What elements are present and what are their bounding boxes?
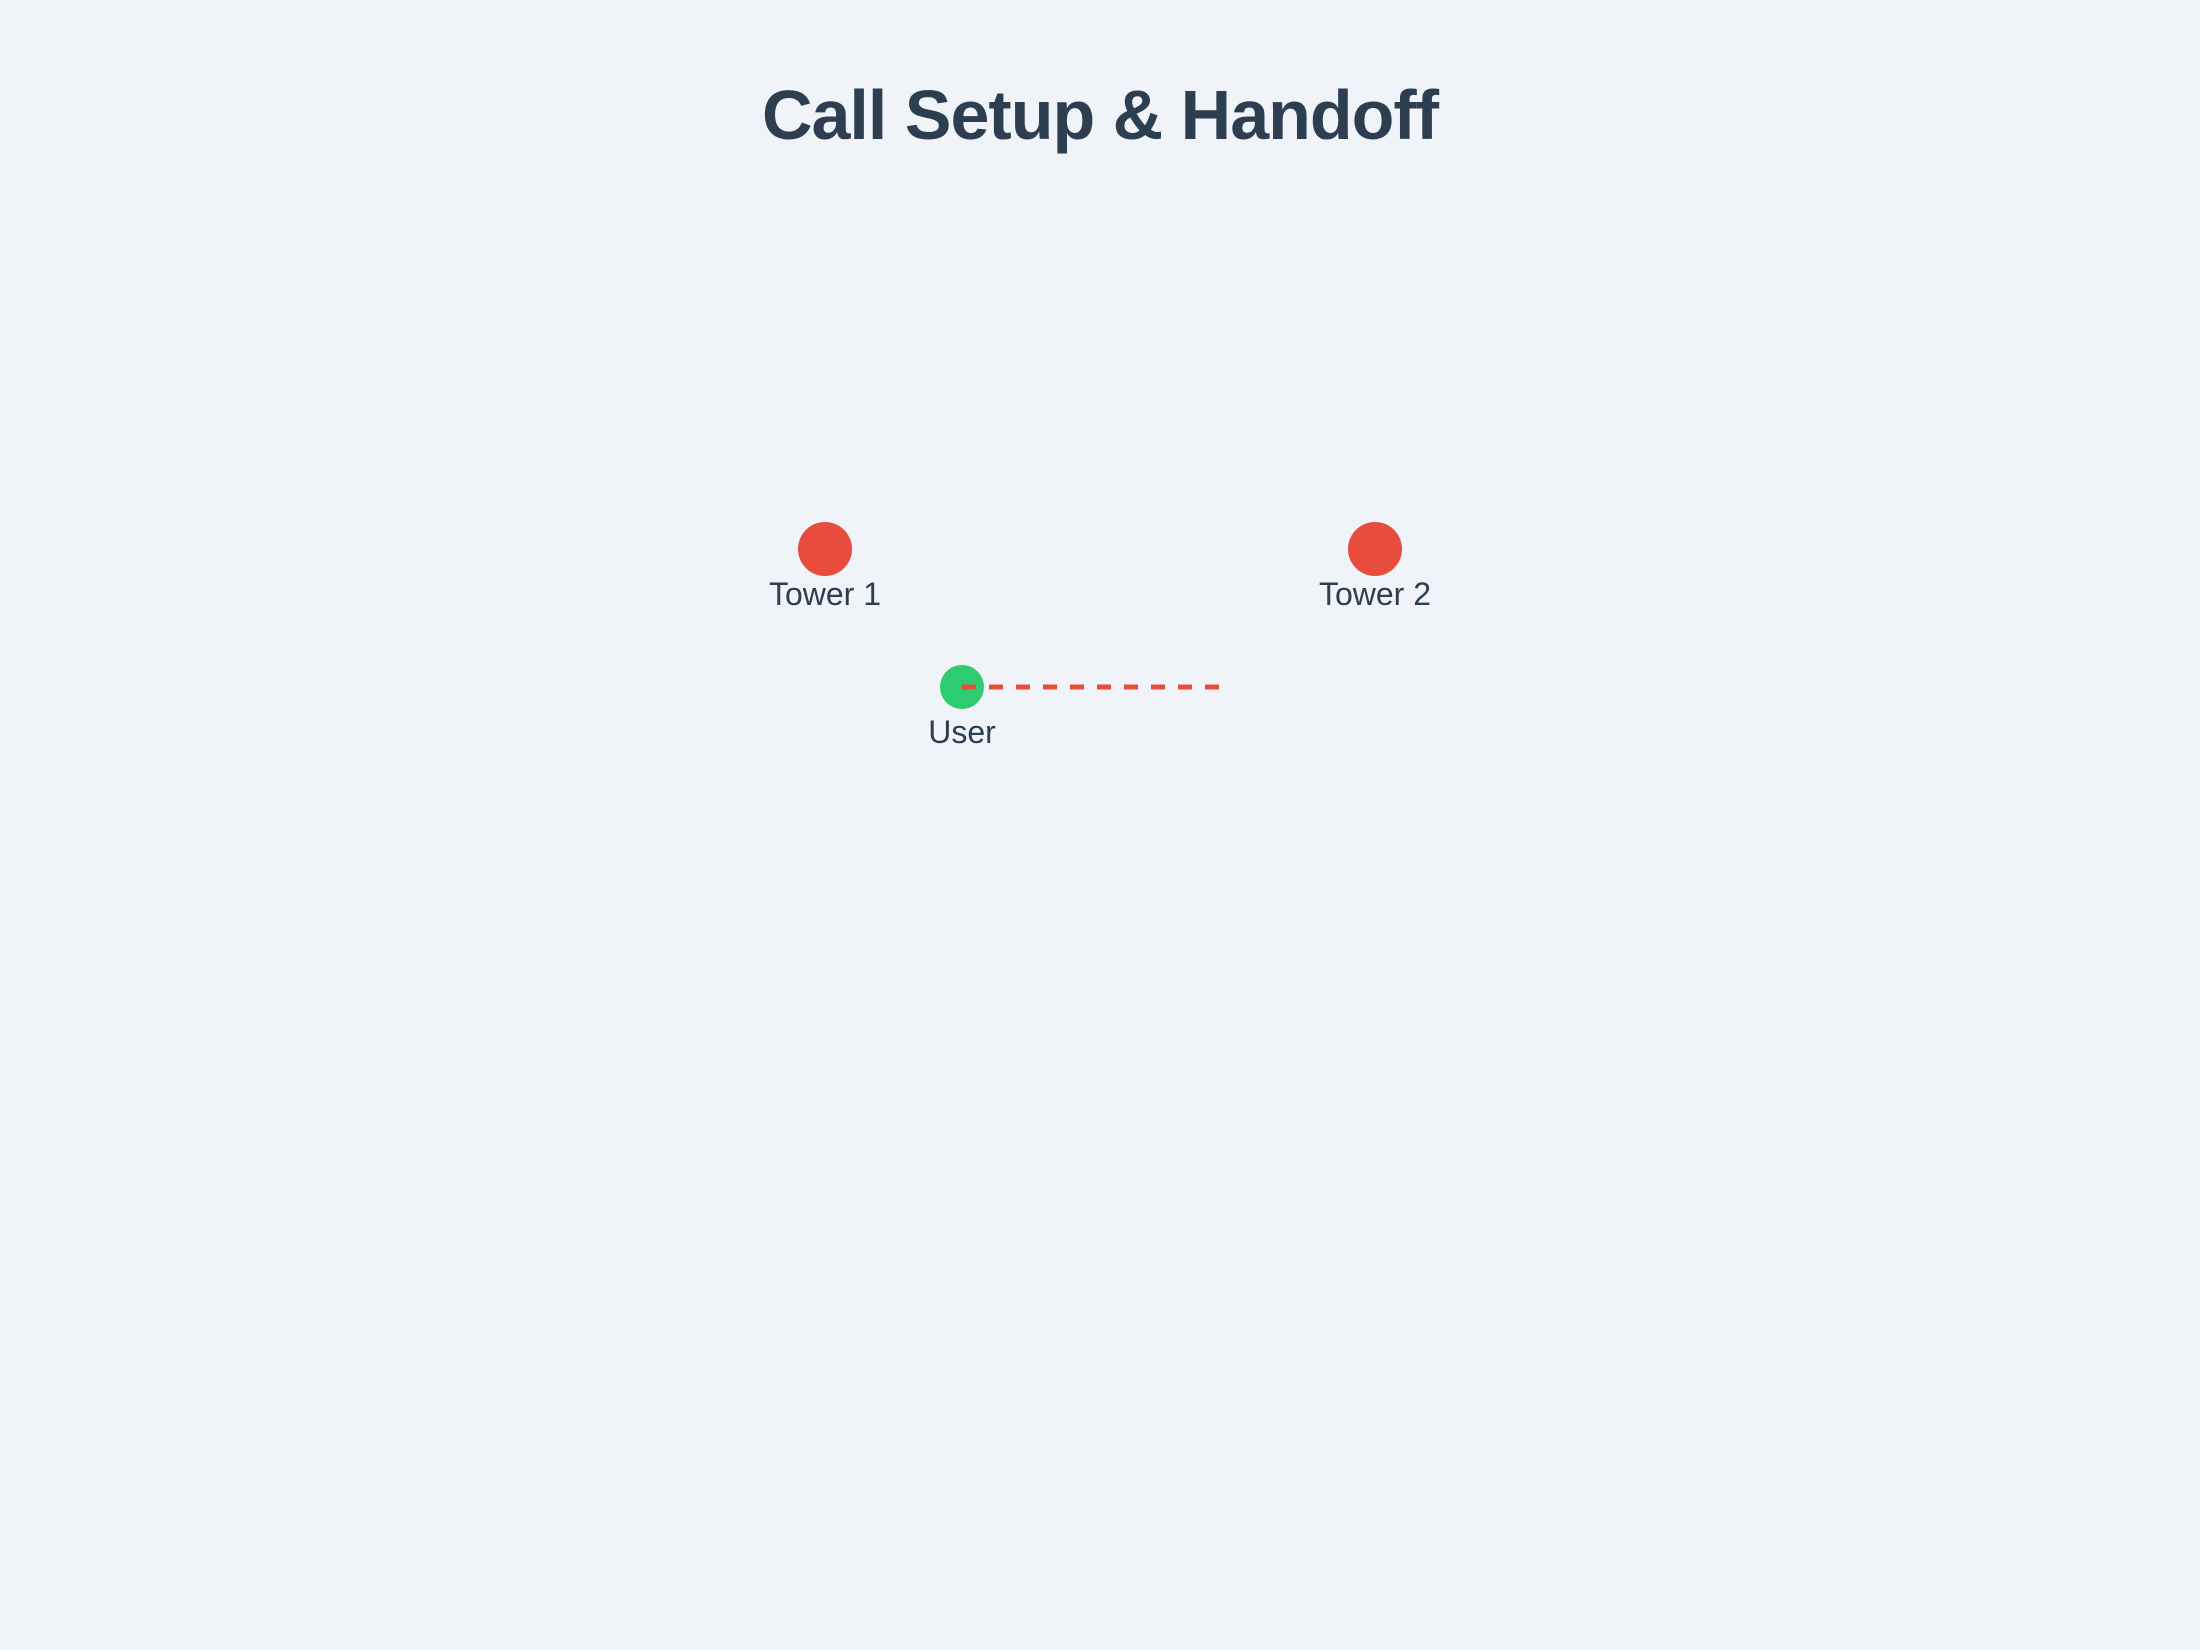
user-label: User <box>928 714 996 750</box>
tower-1-icon <box>798 522 852 576</box>
tower-1-node[interactable]: Tower 1 <box>769 522 881 612</box>
tower-1-label: Tower 1 <box>769 576 881 612</box>
handoff-diagram: Tower 1 Tower 2 User <box>769 522 1431 750</box>
tower-2-node[interactable]: Tower 2 <box>1319 522 1431 612</box>
tower-2-label: Tower 2 <box>1319 576 1431 612</box>
tower-2-icon <box>1348 522 1402 576</box>
user-node[interactable]: User <box>928 665 996 750</box>
